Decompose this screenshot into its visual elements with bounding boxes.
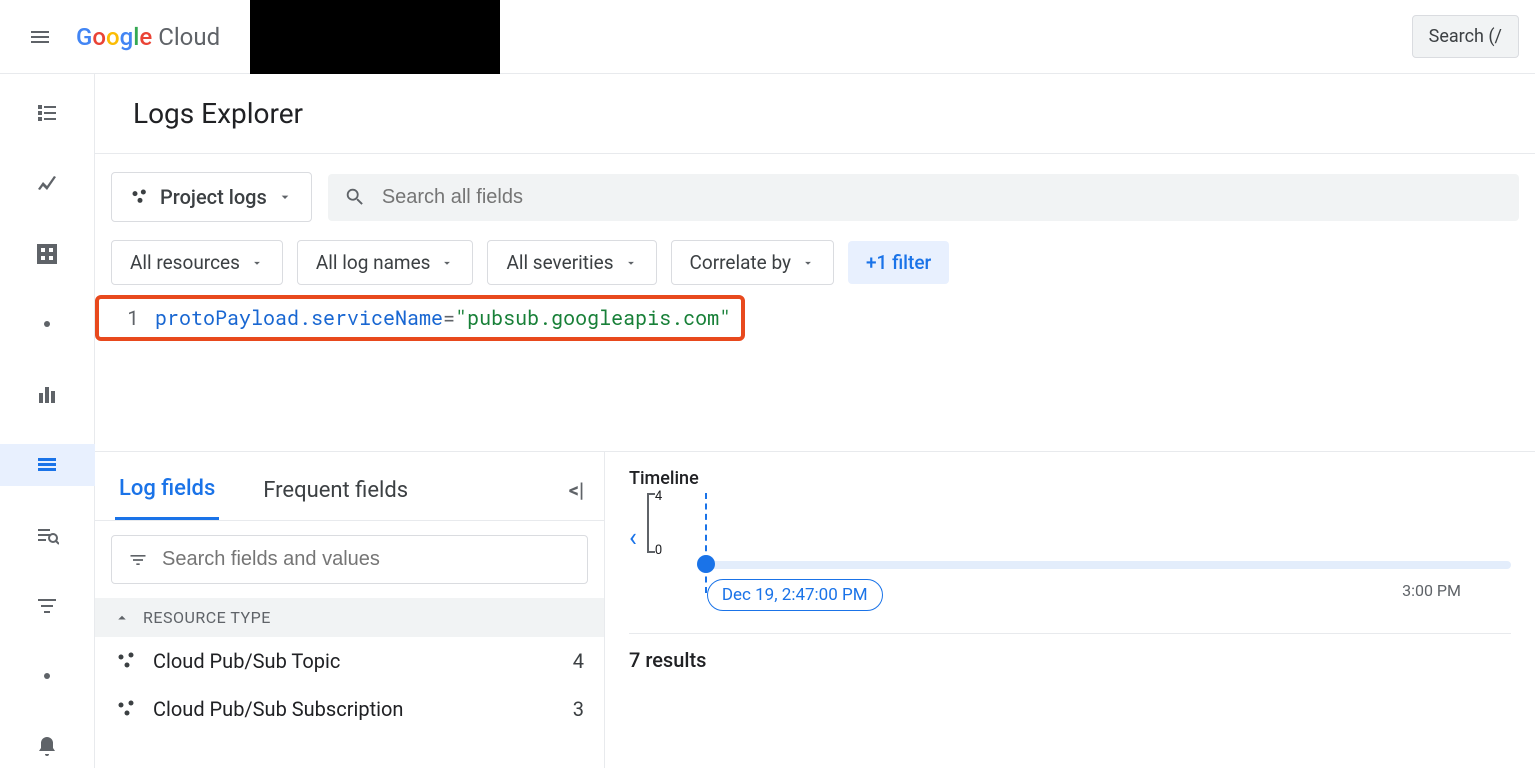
nav-dot-2[interactable] — [0, 655, 95, 697]
timeline-time-badge[interactable]: Dec 19, 2:47:00 PM — [707, 579, 883, 611]
timeline-ymax: 4 — [655, 489, 662, 504]
timeline-chart[interactable]: 4 0 Dec 19, 2:47:00 PM 3:00 PM — [647, 493, 1511, 583]
nav-search-lines-icon[interactable] — [0, 514, 95, 556]
nav-dot-1[interactable] — [0, 303, 95, 345]
hamburger-menu-icon[interactable] — [16, 13, 64, 61]
log-fields-panel: Log fields Frequent fields <| RESOURCE T… — [95, 452, 605, 768]
filter-list-icon — [128, 550, 148, 570]
chevron-down-icon — [801, 256, 815, 270]
results-summary: 7 results — [629, 633, 1511, 686]
timeline-handle[interactable] — [697, 555, 715, 573]
collapse-panel-icon[interactable]: <| — [569, 478, 584, 502]
nav-notifications-icon[interactable] — [0, 726, 95, 768]
timeline-ymin: 0 — [655, 543, 662, 558]
section-resource-type[interactable]: RESOURCE TYPE — [95, 598, 604, 637]
filter-correlate[interactable]: Correlate by — [671, 240, 835, 285]
chevron-up-icon — [113, 609, 131, 627]
field-label: Cloud Pub/Sub Topic — [153, 649, 340, 673]
header: Google Cloud Search (/ — [0, 0, 1535, 74]
query-key: protoPayload.serviceName — [155, 305, 443, 331]
line-number: 1 — [109, 305, 139, 331]
nav-dashboard-icon[interactable] — [0, 233, 95, 275]
nav-filter-icon[interactable] — [0, 585, 95, 627]
field-count: 3 — [573, 697, 584, 721]
query-highlight-box: 1 protoPayload.serviceName="pubsub.googl… — [95, 295, 745, 341]
global-search-button[interactable]: Search (/ — [1412, 15, 1519, 58]
nav-logs-icon[interactable] — [0, 444, 95, 486]
resource-dots-icon — [115, 697, 139, 721]
fields-search-input[interactable] — [162, 548, 571, 571]
nav-metrics-icon[interactable] — [0, 162, 95, 204]
query-operator: = — [443, 305, 455, 331]
filter-resources[interactable]: All resources — [111, 240, 283, 285]
add-filter-button[interactable]: +1 filter — [848, 241, 949, 284]
field-item-pubsub-topic[interactable]: Cloud Pub/Sub Topic 4 — [95, 637, 604, 685]
field-item-pubsub-subscription[interactable]: Cloud Pub/Sub Subscription 3 — [95, 685, 604, 733]
chevron-down-icon — [440, 256, 454, 270]
query-value: "pubsub.googleapis.com" — [455, 305, 731, 331]
redacted-project-area — [250, 0, 500, 74]
filter-log-names[interactable]: All log names — [297, 240, 474, 285]
timeline-title: Timeline — [629, 468, 1511, 489]
chevron-down-icon — [250, 256, 264, 270]
tab-log-fields[interactable]: Log fields — [115, 460, 219, 520]
timeline-prev-icon[interactable]: ‹ — [629, 523, 637, 553]
resource-dots-icon — [115, 649, 139, 673]
scope-label: Project logs — [160, 185, 267, 209]
tab-frequent-fields[interactable]: Frequent fields — [259, 462, 412, 519]
timeline-track[interactable] — [697, 561, 1511, 569]
field-count: 4 — [573, 649, 584, 673]
chevron-down-icon — [277, 189, 293, 205]
google-cloud-logo[interactable]: Google Cloud — [76, 23, 220, 51]
chevron-down-icon — [624, 256, 638, 270]
search-icon — [344, 186, 366, 208]
nav-bars-icon[interactable] — [0, 374, 95, 416]
query-editor[interactable]: 1 protoPayload.serviceName="pubsub.googl… — [95, 295, 1535, 451]
nav-overview-icon[interactable] — [0, 92, 95, 134]
fields-search[interactable] — [111, 535, 588, 584]
filter-severities[interactable]: All severities — [487, 240, 656, 285]
left-nav — [0, 74, 95, 768]
scope-selector[interactable]: Project logs — [111, 172, 312, 222]
timeline-tick-label: 3:00 PM — [1402, 581, 1461, 600]
search-all-fields[interactable] — [328, 174, 1519, 221]
page-title-row: Logs Explorer — [95, 74, 1535, 154]
field-label: Cloud Pub/Sub Subscription — [153, 697, 403, 721]
timeline-panel: Timeline ‹ 4 0 Dec 19, 2:47:00 PM 3:00 P… — [605, 452, 1535, 768]
page-title: Logs Explorer — [133, 97, 303, 130]
search-all-fields-input[interactable] — [382, 186, 1503, 209]
